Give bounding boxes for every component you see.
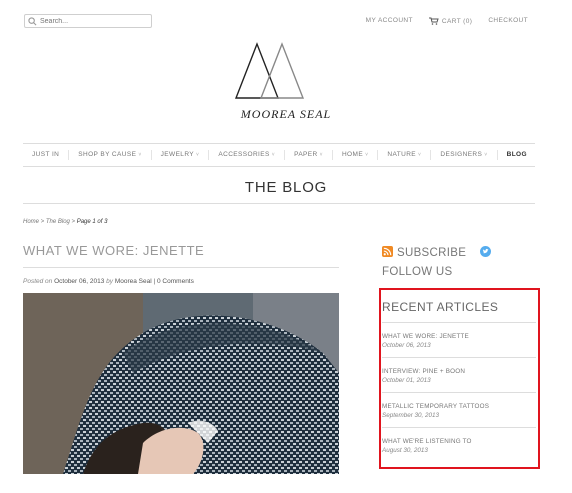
nav-item-label: JEWELRY <box>160 151 195 158</box>
account-links: MY ACCOUNT CART (0) CHECKOUT <box>366 17 528 25</box>
my-account-link[interactable]: MY ACCOUNT <box>366 17 413 25</box>
cart-label: CART (0) <box>441 17 473 25</box>
main-nav: JUST IN SHOP BY CAUSE ˅ JEWELRY ˅ ACCESSORIES… <box>23 143 535 167</box>
chevron-down-icon: ˅ <box>418 152 422 158</box>
nav-item-label: HOME <box>341 151 364 158</box>
list-item[interactable]: WHAT WE'RE LISTENING TO August 30, 2013 <box>382 427 536 462</box>
nav-item-label: ACCESSORIES <box>218 151 270 158</box>
subscribe-link[interactable]: SUBSCRIBE <box>382 246 470 259</box>
recent-article-title[interactable]: WHAT WE WORE: JENETTE <box>382 333 536 340</box>
post-meta: Posted on October 06, 2013 by Moorea Sea… <box>23 278 194 285</box>
post-date: October 06, 2013 <box>54 278 105 285</box>
recent-article-date: October 01, 2013 <box>382 377 431 384</box>
post-title[interactable]: WHAT WE WORE: JENETTE <box>23 243 204 258</box>
recent-article-date: August 30, 2013 <box>382 447 428 454</box>
meta-separator: | <box>153 278 156 285</box>
nav-item-label: PAPER <box>294 151 318 158</box>
nav-item-label: DESIGNERS <box>440 151 483 158</box>
search-box[interactable] <box>24 14 152 28</box>
rss-icon <box>382 246 393 257</box>
follow-label: FOLLOW US <box>382 266 453 278</box>
chevron-down-icon: ˅ <box>196 152 200 158</box>
chevron-down-icon: ˅ <box>484 152 488 158</box>
divider <box>23 267 339 268</box>
chevron-down-icon: ˅ <box>319 152 323 158</box>
breadcrumb-separator: > <box>69 219 77 225</box>
page-title: THE BLOG <box>244 179 328 196</box>
recent-article-date: September 30, 2013 <box>382 412 440 419</box>
recent-articles-heading: RECENT ARTICLES <box>382 300 499 314</box>
recent-article-title[interactable]: INTERVIEW: PINE + BOON <box>382 368 536 375</box>
by-label: by <box>106 278 114 285</box>
chevron-down-icon: ˅ <box>138 152 142 158</box>
nav-item-accessories[interactable]: ACCESSORIES ˅ <box>209 150 286 160</box>
list-item[interactable]: WHAT WE WORE: JENETTE October 06, 2013 <box>382 322 536 357</box>
nav-item-home[interactable]: HOME ˅ <box>333 150 379 160</box>
checkout-link[interactable]: CHECKOUT <box>488 17 528 25</box>
post-photo <box>23 293 339 474</box>
cart-link[interactable]: CART (0) <box>428 17 473 25</box>
recent-article-date: October 06, 2013 <box>382 342 431 349</box>
twitter-icon <box>479 246 491 257</box>
nav-item-blog[interactable]: BLOG <box>498 150 536 160</box>
nav-item-just-in[interactable]: JUST IN <box>23 150 70 160</box>
chevron-down-icon: ˅ <box>271 152 276 158</box>
recent-articles-list: WHAT WE WORE: JENETTE October 06, 2013 I… <box>382 322 536 462</box>
chevron-down-icon: ˅ <box>365 152 369 158</box>
post-comments-link[interactable]: 0 Comments <box>157 278 194 285</box>
recent-article-title[interactable]: METALLIC TEMPORARY TATTOOS <box>382 403 536 410</box>
breadcrumb-current: Page 1 of 3 <box>76 219 108 225</box>
search-input[interactable] <box>37 17 140 25</box>
social-links: SUBSCRIBE FOLLOW US <box>382 244 540 282</box>
nav-item-label: JUST IN <box>32 151 60 158</box>
list-item[interactable]: INTERVIEW: PINE + BOON October 01, 2013 <box>382 357 536 392</box>
post-author[interactable]: Moorea Seal <box>115 278 152 285</box>
nav-item-label: SHOP BY CAUSE <box>78 151 137 158</box>
posted-on-label: Posted on <box>23 278 53 285</box>
recent-article-title[interactable]: WHAT WE'RE LISTENING TO <box>382 438 536 445</box>
breadcrumb-separator: > <box>39 219 46 225</box>
nav-item-label: BLOG <box>506 151 527 158</box>
breadcrumb-home[interactable]: Home <box>23 219 39 225</box>
breadcrumb-blog[interactable]: The Blog <box>46 219 70 225</box>
cart-icon <box>428 17 439 25</box>
list-item[interactable]: METALLIC TEMPORARY TATTOOS September 30,… <box>382 392 536 427</box>
nav-item-label: NATURE <box>387 151 417 158</box>
divider <box>23 203 535 204</box>
nav-item-jewelry[interactable]: JEWELRY ˅ <box>152 150 210 160</box>
nav-item-nature[interactable]: NATURE ˅ <box>378 150 432 160</box>
nav-item-paper[interactable]: PAPER ˅ <box>285 150 333 160</box>
subscribe-label: SUBSCRIBE <box>397 247 467 259</box>
breadcrumb: Home > The Blog > Page 1 of 3 <box>23 219 107 225</box>
post-image[interactable] <box>23 293 339 474</box>
nav-item-shop-by-cause[interactable]: SHOP BY CAUSE ˅ <box>69 150 152 160</box>
search-icon <box>28 16 37 25</box>
nav-item-designers[interactable]: DESIGNERS ˅ <box>431 150 498 160</box>
brand-name[interactable]: MOOREA SEAL <box>0 107 572 122</box>
